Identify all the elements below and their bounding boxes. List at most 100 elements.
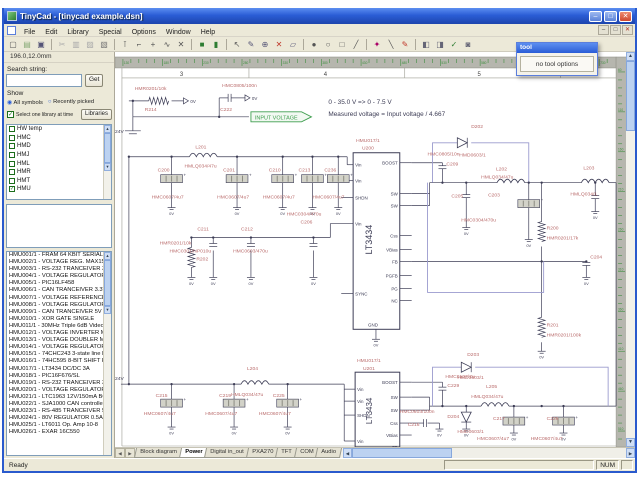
close-button[interactable]: ✕ xyxy=(619,10,632,22)
power-icon[interactable]: ▮ xyxy=(210,38,223,51)
color-icon[interactable]: ✎ xyxy=(399,38,412,51)
minimize-button[interactable]: ‒ xyxy=(589,10,602,22)
tool-options-popup[interactable]: tool no tool options xyxy=(516,42,598,76)
radio-recently-picked[interactable]: ○ Recently picked xyxy=(48,99,94,106)
component-list-item[interactable]: HMU024/1 - 80V REGULATOR 0.5A L xyxy=(7,415,111,422)
library-item-hmd[interactable]: HMD xyxy=(7,142,111,151)
scrollbar-thumb[interactable] xyxy=(104,133,111,163)
checkbox-icon[interactable] xyxy=(9,177,15,184)
scroll-down-icon[interactable]: ▼ xyxy=(104,163,111,171)
component-list-item[interactable]: HMU001/1 - FRAM 64 KBIT SERIAL (Fe xyxy=(7,252,111,259)
lib-prev-icon[interactable]: ◧ xyxy=(420,38,433,51)
single-library-checkbox[interactable]: ✓ xyxy=(7,111,14,118)
library-item-hmt[interactable]: HMT xyxy=(7,177,111,186)
component-list-item[interactable]: HMU019/1 - RS-232 TRANCEIVER 3.3 xyxy=(7,380,111,387)
new-icon[interactable]: ▢ xyxy=(7,38,20,51)
component-list-item[interactable]: HMU017/1 - LT3434 DC/DC 3A xyxy=(7,366,111,373)
library-item-hmr[interactable]: HMR xyxy=(7,168,111,177)
component-list-item[interactable]: HMU013/1 - VOLTAGE DOUBLER MA xyxy=(7,337,111,344)
library-list[interactable]: HW temp HMC HMD HMJ HML HMR HMT ✓ HMU ▲ ▼ xyxy=(6,124,112,200)
check-icon[interactable]: ✓ xyxy=(448,38,461,51)
component-list-item[interactable]: HMU021/1 - LTC1963 12V/150mA BCK xyxy=(7,394,111,401)
menu-options[interactable]: Options xyxy=(127,29,161,36)
probe-icon[interactable]: ╲ xyxy=(385,38,398,51)
wire-icon[interactable]: ⌐ xyxy=(133,38,146,51)
checkbox-icon[interactable] xyxy=(9,143,15,150)
component-list[interactable]: HMU001/1 - FRAM 64 KBIT SERIAL (Fe HMU002… xyxy=(6,251,112,456)
sheet-tab-pxa270[interactable]: PXA270 xyxy=(245,448,280,458)
no-connect-icon[interactable]: ✕ xyxy=(175,38,188,51)
mdi-restore-button[interactable]: □ xyxy=(610,25,621,35)
scroll-down-icon[interactable]: ▼ xyxy=(104,306,111,314)
component-list-item[interactable]: HMU026/1 - EXAR 16C550 xyxy=(7,429,111,436)
scroll-up-icon[interactable]: ▲ xyxy=(104,125,111,133)
checkbox-icon[interactable] xyxy=(9,134,15,141)
scroll-left-icon[interactable]: ◀ xyxy=(342,448,352,458)
junction-icon[interactable]: + xyxy=(147,38,160,51)
checkbox-icon[interactable] xyxy=(9,169,15,176)
component-list-scrollbar[interactable]: ▲ ▼ xyxy=(103,252,111,455)
component-list-item[interactable]: HMU022/1 - SJA1000 CAN controller xyxy=(7,401,111,408)
library-list-scrollbar[interactable]: ▲ ▼ xyxy=(103,125,111,199)
scrollbar-thumb[interactable] xyxy=(626,61,635,131)
scrollbar-thumb[interactable] xyxy=(104,260,111,306)
menu-special[interactable]: Special xyxy=(94,29,127,36)
paste-icon[interactable]: ▨ xyxy=(84,38,97,51)
component-list-item[interactable]: HMU015/1 - 74CHC243 3-state line buffe xyxy=(7,351,111,358)
component-list-item[interactable]: HMU016/1 - 74HC595 8-BIT SHIFT RE xyxy=(7,358,111,365)
line-icon[interactable]: ╱ xyxy=(350,38,363,51)
sheet-tab-audio[interactable]: Audio xyxy=(315,448,342,458)
component-list-item[interactable]: HMU008/1 - VOLTAGE REGULATOR 0 xyxy=(7,302,111,309)
radio-all-symbols[interactable]: ◉ All symbols xyxy=(7,99,43,106)
rect-icon[interactable]: □ xyxy=(336,38,349,51)
resize-grip[interactable] xyxy=(621,460,633,470)
zoom-in-icon[interactable]: ⊕ xyxy=(259,38,272,51)
menu-library[interactable]: Library xyxy=(62,29,93,36)
library-item-hmu[interactable]: ✓ HMU xyxy=(7,185,111,194)
mdi-minimize-button[interactable]: ‒ xyxy=(598,25,609,35)
save-icon[interactable]: ▣ xyxy=(35,38,48,51)
component-list-item[interactable]: HMU005/1 - PIC16LF458 xyxy=(7,280,111,287)
checkbox-icon[interactable] xyxy=(9,126,15,133)
library-item-hw-temp[interactable]: HW temp xyxy=(7,125,111,134)
libraries-button[interactable]: Libraries xyxy=(80,109,112,120)
component-list-item[interactable]: HMU012/1 - VOLTAGE INVERTER MA xyxy=(7,330,111,337)
component-list-item[interactable]: HMU004/1 - VOLTAGE REGULATOR N xyxy=(7,273,111,280)
sheet-tab-digital-in_out[interactable]: Digital in_out xyxy=(204,448,250,458)
annotate-icon[interactable]: ✦ xyxy=(371,38,384,51)
delete-icon[interactable]: ✕ xyxy=(273,38,286,51)
sheet-tab-block-diagram[interactable]: Block diagram xyxy=(133,448,183,458)
cut-icon[interactable]: ✂ xyxy=(56,38,69,51)
mdi-close-button[interactable]: ✕ xyxy=(622,25,633,35)
circle-icon[interactable]: ○ xyxy=(322,38,335,51)
copy-icon[interactable]: ▥ xyxy=(70,38,83,51)
menu-help[interactable]: Help xyxy=(196,29,220,36)
pin-icon[interactable]: ⊺ xyxy=(119,38,132,51)
component-list-item[interactable]: HMU011/1 - 30MHz Triple 6dB Video D xyxy=(7,323,111,330)
tab-nav-prev-icon[interactable]: ◀ xyxy=(115,448,125,458)
block-icon[interactable]: ■ xyxy=(196,38,209,51)
select-icon[interactable]: ↖ xyxy=(231,38,244,51)
sheet-icon[interactable]: ▱ xyxy=(287,38,300,51)
scrollbar-thumb[interactable] xyxy=(351,448,452,458)
checkbox-icon[interactable] xyxy=(9,152,15,159)
menu-file[interactable]: File xyxy=(19,29,40,36)
scroll-up-icon[interactable]: ▲ xyxy=(104,252,111,260)
component-list-item[interactable]: HMU003/1 - RS-232 TRANCEIVER 3.3 xyxy=(7,266,111,273)
checkbox-icon[interactable] xyxy=(9,160,15,167)
component-list-item[interactable]: HMU010/1 - XOR GATE SINGLE xyxy=(7,316,111,323)
scroll-up-icon[interactable]: ▲ xyxy=(626,52,635,61)
component-list-item[interactable]: HMU025/1 - LT6011 Op. Amp 10-8 xyxy=(7,422,111,429)
library-item-hmj[interactable]: HMJ xyxy=(7,151,111,160)
component-list-item[interactable]: HMU009/1 - CAN TRANCEIVER 5V xyxy=(7,309,111,316)
component-list-item[interactable]: HMU006/1 - CAN TRANCEIVER 3.3V xyxy=(7,287,111,294)
maximize-button[interactable]: □ xyxy=(604,10,617,22)
canvas-vertical-scrollbar[interactable]: ▲ ▼ xyxy=(626,52,635,447)
open-icon[interactable]: ▤ xyxy=(21,38,34,51)
component-list-item[interactable]: HMU007/1 - VOLTAGE REFERENCE 2 xyxy=(7,295,111,302)
library-item-hmc[interactable]: HMC xyxy=(7,134,111,143)
edit-icon[interactable]: ✎ xyxy=(245,38,258,51)
symbol-icon[interactable]: ◙ xyxy=(462,38,475,51)
library-item-hml[interactable]: HML xyxy=(7,159,111,168)
bus-icon[interactable]: ∿ xyxy=(161,38,174,51)
